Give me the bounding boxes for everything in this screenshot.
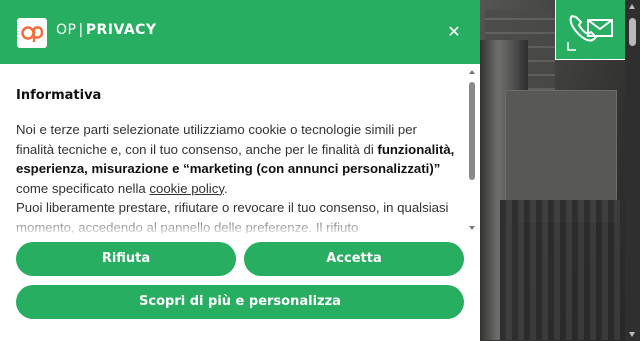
text-period: . [223,180,228,196]
op-privacy-logo [17,18,47,48]
brand-name: OP | PRIVACY [56,22,157,38]
text-mid: come specificato nella [16,180,150,196]
page-scroll-thumb[interactable] [629,18,636,46]
brand-separator: | [78,22,84,38]
dialog-scroll-up-icon[interactable] [469,70,475,74]
dialog-scroll-down-icon[interactable] [469,226,475,230]
page-scroll-up-icon[interactable] [629,4,635,9]
dialog-header: OP | PRIVACY ✕ [0,0,480,64]
brand-privacy: PRIVACY [85,22,157,38]
customize-button[interactable]: Scopri di più e personalizza [16,285,464,319]
page-scrollbar[interactable] [625,0,640,341]
text-intro: Noi e terze parti selezionate utilizziam… [16,122,417,157]
text-fade [0,214,465,234]
dialog-scrollbar[interactable] [466,68,478,232]
page-scroll-down-icon[interactable] [629,332,635,337]
reject-button[interactable]: Rifiuta [16,242,236,276]
accept-button[interactable]: Accetta [244,242,464,276]
background-panels [500,200,620,340]
cookie-policy-link[interactable]: cookie policy [149,181,224,196]
close-icon[interactable]: ✕ [445,23,463,41]
phone-mail-icon [567,14,613,51]
dialog-scroll-thumb[interactable] [469,82,475,180]
dialog-body: Informativa Noi e terze parti selezionat… [0,64,480,234]
cookie-consent-dialog: OP | PRIVACY ✕ Informativa Noi e terze par… [0,0,480,341]
contact-button[interactable] [555,0,625,60]
brand-op: OP [56,22,77,38]
dialog-title: Informativa [16,88,102,103]
